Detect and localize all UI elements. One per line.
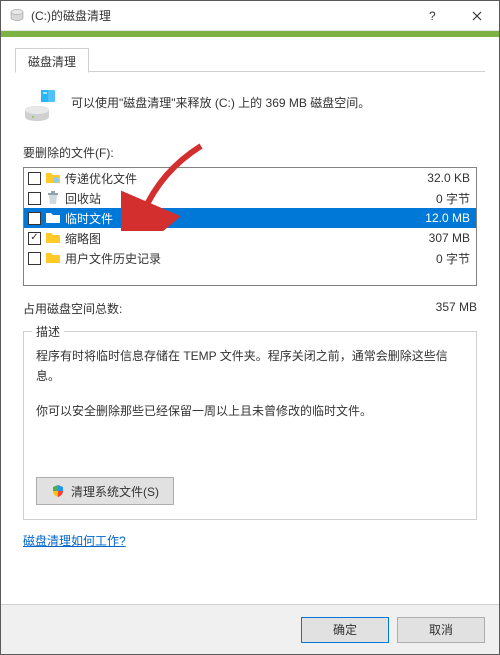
window-title: (C:)的磁盘清理 [31,7,409,24]
folder-icon [45,230,61,246]
file-name: 用户文件历史记录 [65,250,424,267]
intro-text: 可以使用"磁盘清理"来释放 (C:) 上的 369 MB 磁盘空间。 [71,88,370,112]
file-name: 缩略图 [65,230,417,247]
file-size: 32.0 KB [419,171,470,185]
file-list[interactable]: 传递优化文件32.0 KB回收站0 字节临时文件12.0 MB缩略图307 MB… [23,167,477,286]
shield-icon [51,484,65,498]
files-label: 要删除的文件(F): [23,144,477,161]
clean-system-files-label: 清理系统文件(S) [71,483,159,500]
file-name: 临时文件 [65,210,413,227]
description-group: 描述 程序有时将临时信息存储在 TEMP 文件夹。程序关闭之前，通常会删除这些信… [23,331,477,520]
description-p2: 你可以安全删除那些已经保留一周以上且未曾修改的临时文件。 [36,401,464,421]
disk-cleanup-icon [9,8,25,24]
file-name: 传递优化文件 [65,170,415,187]
folder-icon [45,210,61,226]
help-button[interactable]: ? [409,1,454,30]
file-checkbox[interactable] [28,172,41,185]
file-size: 12.0 MB [417,211,470,225]
file-size: 307 MB [421,231,470,245]
tab-strip: 磁盘清理 [15,47,485,72]
file-size: 0 字节 [428,190,470,207]
folder-icon [45,250,61,266]
ok-button[interactable]: 确定 [301,617,389,643]
folder-icon [45,170,61,186]
file-checkbox[interactable] [28,192,41,205]
total-value: 357 MB [436,300,477,317]
file-name: 回收站 [65,190,424,207]
file-size: 0 字节 [428,250,470,267]
file-checkbox[interactable] [28,212,41,225]
file-checkbox[interactable] [28,252,41,265]
file-row[interactable]: 临时文件 12.0 MB [24,208,476,228]
recycle-bin-icon [45,190,61,206]
cancel-button[interactable]: 取消 [397,617,485,643]
file-row[interactable]: 缩略图 307 MB [24,228,476,248]
file-row[interactable]: 回收站0 字节 [24,188,476,208]
file-row[interactable]: 用户文件历史记录0 字节 [24,248,476,268]
disk-cleanup-large-icon [23,88,59,124]
file-checkbox[interactable] [28,232,41,245]
total-label: 占用磁盘空间总数: [23,300,436,317]
svg-text:?: ? [429,10,436,22]
file-row[interactable]: 传递优化文件 32.0 KB [24,168,476,188]
tab-disk-cleanup[interactable]: 磁盘清理 [15,48,89,73]
description-title: 描述 [32,323,64,340]
clean-system-files-button[interactable]: 清理系统文件(S) [36,477,174,505]
close-button[interactable] [454,1,499,30]
description-p1: 程序有时将临时信息存储在 TEMP 文件夹。程序关闭之前，通常会删除这些信息。 [36,346,464,387]
help-link[interactable]: 磁盘清理如何工作? [23,532,126,549]
